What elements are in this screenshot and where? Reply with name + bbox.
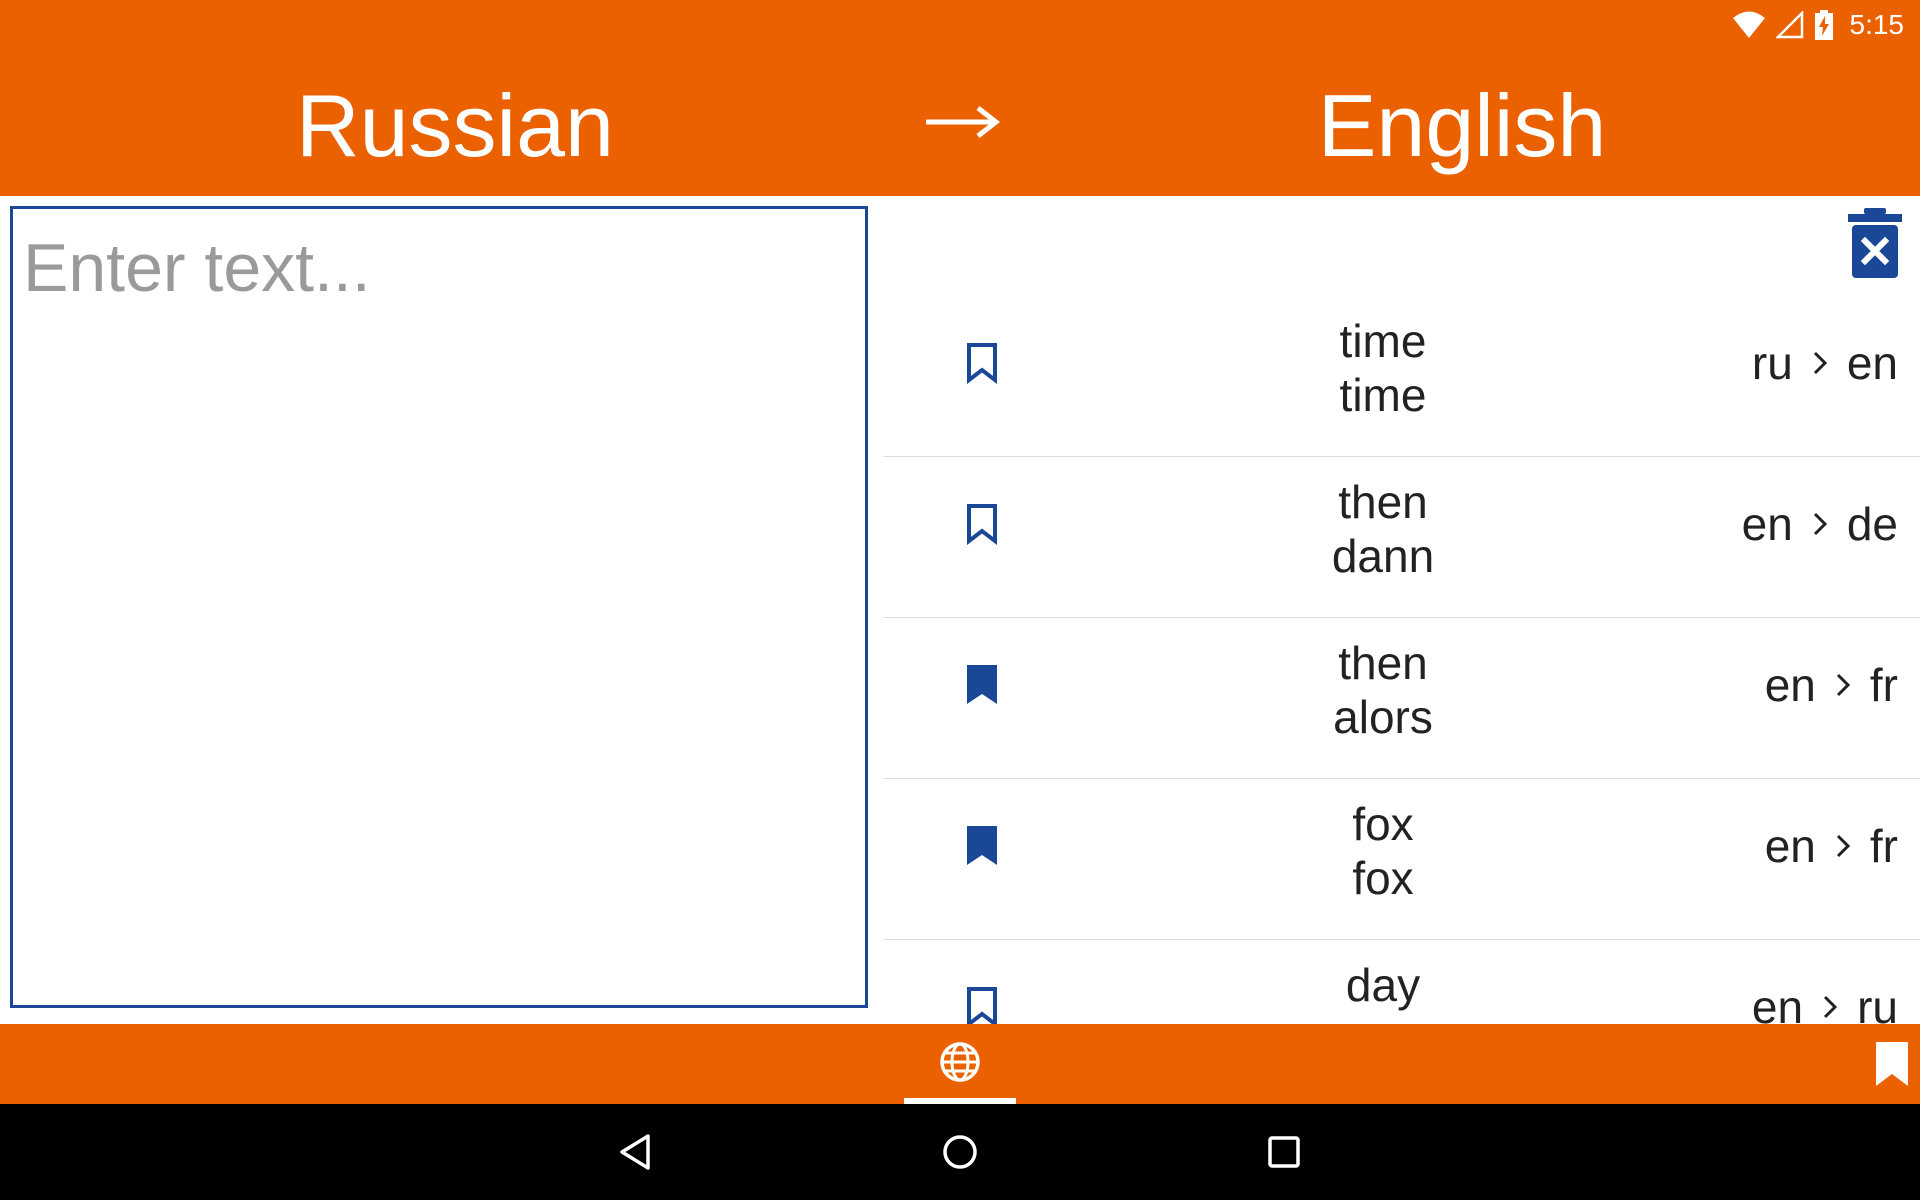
bookmark-filled-icon[interactable] bbox=[965, 825, 999, 867]
from-language: en bbox=[1741, 498, 1793, 550]
translated-word: dann bbox=[1331, 530, 1435, 582]
chevron-right-icon bbox=[1836, 834, 1851, 858]
chevron-right-icon bbox=[1836, 673, 1851, 697]
home-icon[interactable] bbox=[938, 1130, 982, 1174]
delete-icon[interactable] bbox=[1848, 208, 1902, 278]
to-language: en bbox=[1846, 337, 1898, 389]
to-language: fr bbox=[1869, 659, 1898, 711]
history-words: then alors bbox=[1283, 636, 1483, 744]
bookmark-outline-icon[interactable] bbox=[965, 342, 999, 384]
language-pair: ru en bbox=[1752, 336, 1898, 390]
to-language: ru bbox=[1857, 981, 1898, 1024]
chevron-right-icon bbox=[1813, 351, 1827, 375]
from-language: en bbox=[1751, 981, 1804, 1024]
history-item[interactable]: then alors en fr bbox=[883, 618, 1920, 779]
history-item[interactable]: fox fox en fr bbox=[883, 779, 1920, 940]
arrow-right-icon[interactable] bbox=[922, 100, 1002, 144]
language-pair: en de bbox=[1742, 497, 1898, 551]
tab-translate[interactable] bbox=[904, 1024, 1016, 1104]
source-word: time bbox=[1339, 315, 1427, 367]
to-language: fr bbox=[1869, 820, 1898, 872]
history-list: time time ru en then dann en de then alo… bbox=[883, 296, 1920, 1024]
bookmark-outline-icon[interactable] bbox=[965, 986, 999, 1024]
from-language: ru bbox=[1751, 337, 1793, 389]
language-pair: en ru bbox=[1752, 980, 1898, 1024]
system-navigation-bar bbox=[0, 1104, 1920, 1200]
history-item[interactable]: time time ru en bbox=[883, 296, 1920, 457]
signal-icon bbox=[1775, 11, 1803, 39]
source-word: fox bbox=[1352, 798, 1414, 850]
bookmark-filled-icon[interactable] bbox=[965, 664, 999, 706]
chevron-right-icon bbox=[1824, 995, 1838, 1019]
history-item[interactable]: then dann en de bbox=[883, 457, 1920, 618]
source-language-selector[interactable]: Russian bbox=[155, 76, 755, 176]
history-item[interactable]: day en ru bbox=[883, 940, 1920, 1024]
translated-word: time bbox=[1339, 369, 1427, 421]
recents-icon[interactable] bbox=[1262, 1130, 1306, 1174]
input-placeholder: Enter text... bbox=[23, 230, 371, 306]
translated-word: fox bbox=[1352, 852, 1414, 904]
target-language-selector[interactable]: English bbox=[1162, 76, 1762, 176]
translated-word: alors bbox=[1333, 691, 1433, 743]
history-words: day bbox=[1283, 958, 1483, 1012]
from-language: en bbox=[1764, 820, 1816, 872]
bottom-tab-bar bbox=[0, 1024, 1920, 1104]
wifi-icon bbox=[1732, 11, 1765, 38]
globe-icon bbox=[940, 1042, 980, 1082]
source-word: then bbox=[1338, 637, 1428, 689]
chevron-right-icon bbox=[1813, 512, 1827, 536]
source-word: day bbox=[1345, 959, 1421, 1011]
language-pair: en fr bbox=[1765, 658, 1898, 712]
bookmark-outline-icon[interactable] bbox=[965, 503, 999, 545]
status-bar: 5:15 bbox=[1732, 6, 1905, 44]
history-words: fox fox bbox=[1283, 797, 1483, 905]
history-panel: time time ru en then dann en de then alo… bbox=[883, 196, 1920, 1024]
back-icon[interactable] bbox=[614, 1130, 658, 1174]
bookmark-icon[interactable] bbox=[1872, 1040, 1912, 1088]
app-bar: 5:15 Russian English bbox=[0, 0, 1920, 196]
from-language: en bbox=[1764, 659, 1816, 711]
to-language: de bbox=[1846, 498, 1898, 550]
text-input-area[interactable]: Enter text... bbox=[10, 206, 868, 1008]
source-word: then bbox=[1338, 476, 1428, 528]
history-words: then dann bbox=[1283, 475, 1483, 583]
history-words: time time bbox=[1283, 314, 1483, 422]
battery-charging-icon bbox=[1814, 10, 1833, 40]
language-pair: en fr bbox=[1765, 819, 1898, 873]
clock: 5:15 bbox=[1849, 9, 1905, 40]
